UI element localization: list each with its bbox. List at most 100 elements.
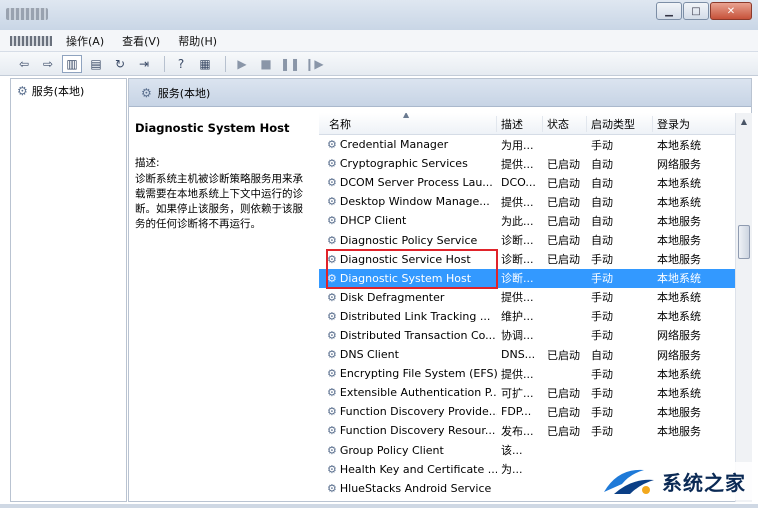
toolbar: ⇦ ⇨ ▥ ▤ ↻ ⇥ ? ▦ ▶ ■ ❚❚ ❙▶ (0, 52, 758, 76)
service-row[interactable]: ⚙ Diagnostic Policy Service 诊断... 已启动 自动 本地服务 (319, 230, 752, 249)
service-row[interactable]: ⚙ Diagnostic System Host 诊断... 手动 本地系统 (319, 268, 752, 288)
start-service-button[interactable]: ▶ (232, 55, 252, 73)
service-row[interactable]: ⚙ Encrypting File System (EFS) 提供... 手动 本地系统 (319, 364, 752, 383)
service-description-cell: 可扩... (501, 386, 534, 400)
back-button[interactable]: ⇦ (14, 55, 34, 73)
vertical-scrollbar[interactable]: ▲ (735, 113, 752, 502)
column-header-startup-type[interactable]: 启动类型 (587, 115, 653, 132)
service-startup-cell: 手动 (591, 424, 613, 438)
service-name-cell: ⚙ Extensible Authentication P... (319, 386, 497, 399)
selected-service-title: Diagnostic System Host (135, 121, 290, 135)
help-button[interactable]: ? (171, 55, 191, 73)
service-row[interactable]: ⚙ Function Discovery Provide... FDP... 已启动手… (319, 402, 752, 421)
restart-service-button[interactable]: ❙▶ (304, 55, 324, 73)
service-gear-icon: ⚙ (327, 386, 337, 400)
service-name-cell: ⚙ Cryptographic Services (319, 157, 497, 170)
service-status-cell: 已启动 (547, 386, 580, 400)
back-arrow-icon: ⇦ (18, 56, 30, 71)
scrollbar-thumb[interactable] (738, 225, 750, 259)
column-header-name[interactable]: ▲ 名称 (319, 113, 497, 132)
service-gear-icon: ⚙ (327, 176, 337, 190)
service-logon-cell: 本地系统 (657, 195, 701, 209)
service-gear-icon: ⚙ (327, 348, 337, 362)
service-row[interactable]: ⚙ Credential Manager 为用... 手动 本地系统 (319, 135, 752, 154)
service-row[interactable]: ⚙ Distributed Transaction Co... 协调... 手动 网络服… (319, 326, 752, 345)
show-tree-button[interactable]: ▥ (62, 54, 82, 73)
service-gear-icon: ⚙ (327, 443, 337, 457)
service-name-cell: ⚙ Desktop Window Manage... (319, 195, 497, 208)
watermark-text: 系统之家 (662, 470, 746, 495)
pause-service-button[interactable]: ❚❚ (280, 55, 300, 73)
menu-file-blurred[interactable] (10, 35, 52, 46)
service-description-cell: 诊断... (501, 234, 534, 248)
export-icon: ⇥ (138, 56, 150, 71)
service-startup-cell: 自动 (591, 195, 613, 209)
maximize-button[interactable]: □ (683, 2, 709, 20)
service-description-cell: DCO... (501, 176, 536, 190)
console-tree: ⚙ 服务(本地) (10, 78, 127, 502)
menu-bar: 操作(A) 查看(V) 帮助(H) (0, 30, 758, 52)
column-header-log-on-as[interactable]: 登录为 (653, 116, 731, 132)
menu-view[interactable]: 查看(V) (122, 33, 160, 49)
description-label: 描述: (135, 157, 160, 169)
minimize-icon: ▁ (665, 5, 673, 17)
service-status-cell: 已启动 (547, 348, 580, 362)
service-row[interactable]: ⚙ Extensible Authentication P... 可扩... 已启动手… (319, 383, 752, 402)
service-startup-cell: 自动 (591, 214, 613, 228)
toolbar-separator (164, 55, 165, 72)
service-description-cell: FDP... (501, 405, 532, 419)
minimize-button[interactable]: ▁ (656, 2, 682, 20)
toolbar-separator (225, 55, 226, 72)
service-name-cell: ⚙ Distributed Transaction Co... (319, 329, 497, 342)
forward-button[interactable]: ⇨ (38, 55, 58, 73)
service-logon-cell: 本地服务 (657, 424, 701, 438)
refresh-button[interactable]: ↻ (110, 55, 130, 73)
service-gear-icon: ⚙ (327, 233, 337, 247)
column-header-description[interactable]: 描述 (497, 115, 543, 132)
help-icon: ? (177, 56, 185, 71)
service-row[interactable]: ⚙ Diagnostic Service Host 诊断... 已启动 手动 本地服务 (319, 250, 752, 269)
column-header-status[interactable]: 状态 (543, 115, 587, 132)
service-gear-icon: ⚙ (327, 367, 337, 381)
service-gear-icon: ⚙ (327, 462, 337, 476)
service-logon-cell: 本地服务 (657, 253, 701, 267)
service-row[interactable]: ⚙ Disk Defragmenter 提供... 手动 本地系统 (319, 288, 752, 307)
tree-item-label: 服务(本地) (31, 85, 85, 98)
service-row[interactable]: ⚙ DCOM Server Process Lau... DCO... 已启动 自动 本地… (319, 173, 752, 192)
service-name: Diagnostic System Host (339, 271, 472, 285)
service-name-cell: ⚙ Credential Manager (319, 138, 497, 151)
service-gear-icon: ⚙ (327, 405, 337, 419)
service-row[interactable]: ⚙ Distributed Link Tracking ... 维护... 手动 本地系… (319, 307, 752, 326)
service-startup-cell: 自动 (591, 176, 613, 190)
service-gear-icon: ⚙ (327, 195, 337, 209)
service-startup-cell: 手动 (591, 386, 613, 400)
tree-item-services-local[interactable]: ⚙ 服务(本地) (11, 79, 126, 103)
export-button[interactable]: ⇥ (134, 55, 154, 73)
services-pane-header: ⚙ 服务(本地) (129, 79, 751, 107)
service-name: Function Discovery Resour... (339, 424, 496, 438)
stop-service-button[interactable]: ■ (256, 55, 276, 73)
service-row[interactable]: ⚙ Function Discovery Resour... 发布... 已启动 手动 本… (319, 421, 752, 440)
menu-action[interactable]: 操作(A) (66, 33, 104, 49)
menu-help[interactable]: 帮助(H) (178, 33, 217, 49)
scroll-up-icon[interactable]: ▲ (736, 113, 752, 130)
properties-button[interactable]: ▤ (86, 55, 106, 73)
service-gear-icon: ⚙ (327, 328, 337, 342)
service-logon-cell: 网络服务 (657, 348, 701, 362)
service-gear-icon: ⚙ (327, 309, 337, 323)
service-row[interactable]: ⚙ Desktop Window Manage... 提供... 已启动 自动 本地系统 (319, 192, 752, 211)
service-name-cell: ⚙ Health Key and Certificate ... (319, 463, 497, 476)
service-row[interactable]: ⚙ DNS Client DNS... 已启动 自动 网络服务 (319, 345, 752, 364)
close-button[interactable]: ✕ (710, 2, 752, 20)
service-row[interactable]: ⚙ Group Policy Client 该... (319, 441, 752, 460)
service-name-cell: ⚙ Diagnostic Service Host (319, 253, 497, 266)
service-gear-icon: ⚙ (327, 424, 337, 438)
status-strip (0, 504, 758, 508)
sort-ascending-icon: ▲ (403, 113, 410, 119)
service-row[interactable]: ⚙ Cryptographic Services 提供... 已启动 自动 网络服务 (319, 154, 752, 173)
service-row[interactable]: ⚙ DHCP Client 为此... 已启动 自动 本地服务 (319, 211, 752, 230)
service-status-cell: 已启动 (547, 214, 580, 228)
view-button[interactable]: ▦ (195, 55, 215, 73)
service-description-cell: 提供... (501, 195, 534, 209)
service-name: Disk Defragmenter (339, 290, 445, 304)
